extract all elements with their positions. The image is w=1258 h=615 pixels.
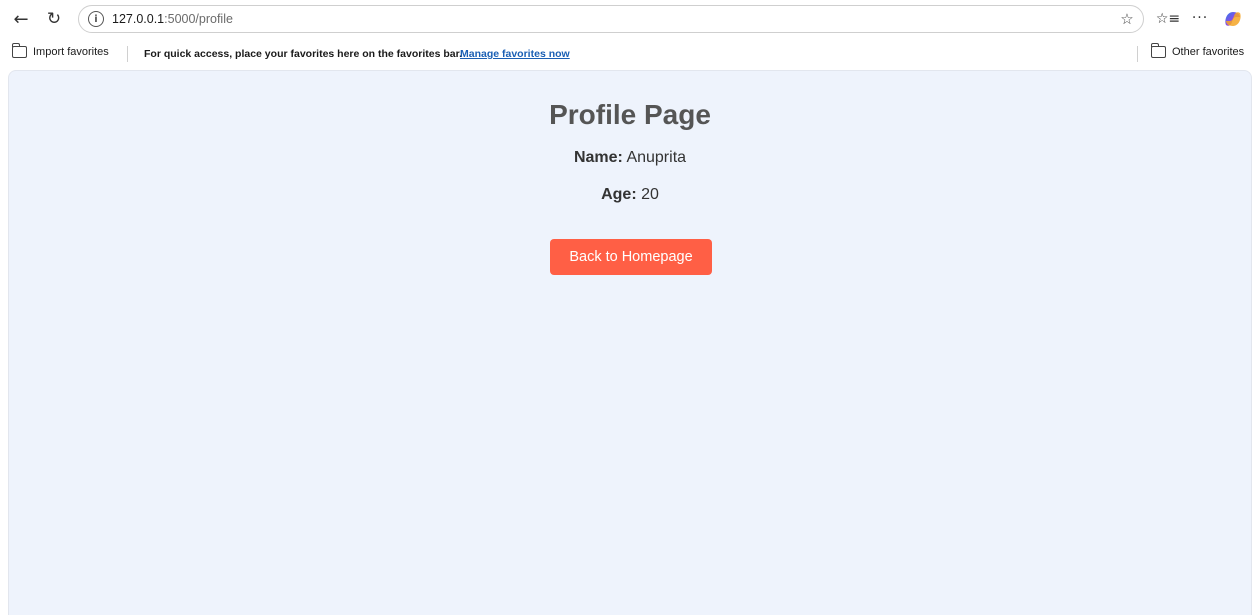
favbar-divider-right xyxy=(1137,46,1138,62)
favbar-divider xyxy=(127,46,128,62)
page-content: Profile Page Name: Anuprita Age: 20 Back… xyxy=(8,70,1252,615)
back-arrow-icon[interactable]: ← xyxy=(8,6,34,32)
address-bar[interactable]: i 127.0.0.1:5000/profile xyxy=(78,5,1144,33)
favorites-list-icon[interactable]: ☆≡ xyxy=(1156,9,1180,29)
info-icon[interactable]: i xyxy=(88,11,104,27)
page-title: Profile Page xyxy=(549,99,711,130)
age-value: 20 xyxy=(641,186,659,203)
other-favorites-button[interactable]: Other favorites xyxy=(1150,43,1245,58)
url-host: 127.0.0.1 xyxy=(112,12,165,26)
back-to-homepage-button[interactable]: Back to Homepage xyxy=(550,239,712,275)
browser-toolbar: ← ↻ i 127.0.0.1:5000/profile ☆ ☆≡ ··· xyxy=(0,0,1258,38)
url-path: :5000/profile xyxy=(164,12,233,26)
refresh-icon[interactable]: ↻ xyxy=(41,6,67,32)
star-icon[interactable]: ☆ xyxy=(1117,9,1137,29)
other-favorites-label: Other favorites xyxy=(1172,46,1245,58)
import-favorites-label: Import favorites xyxy=(33,46,109,58)
favorites-hint-text: For quick access, place your favorites h… xyxy=(144,48,463,60)
name-row: Name: Anuprita xyxy=(9,149,1251,167)
manage-favorites-link[interactable]: Manage favorites now xyxy=(460,48,570,60)
name-label: Name: xyxy=(573,149,623,166)
import-folder-icon xyxy=(11,43,27,58)
name-value: Anuprita xyxy=(626,149,687,166)
folder-icon xyxy=(1150,43,1166,58)
more-icon[interactable]: ··· xyxy=(1189,8,1211,28)
age-row: Age: 20 xyxy=(9,186,1251,204)
copilot-icon[interactable] xyxy=(1222,8,1244,30)
import-favorites-button[interactable]: Import favorites xyxy=(11,43,109,58)
url-text[interactable]: 127.0.0.1:5000/profile xyxy=(112,12,233,26)
favorites-bar: Import favorites For quick access, place… xyxy=(0,40,1258,68)
age-label: Age: xyxy=(601,186,637,203)
